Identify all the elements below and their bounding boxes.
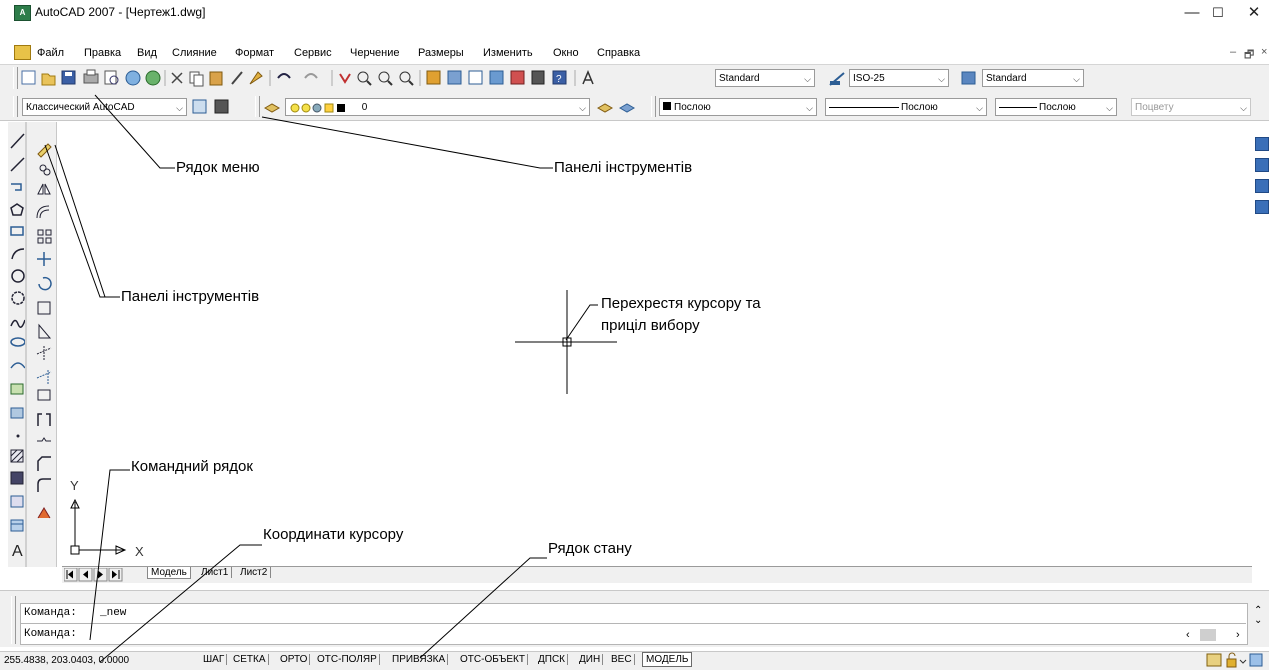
annotation-leader-lines xyxy=(44,94,598,663)
status-bar-leader xyxy=(419,557,547,659)
annotation-command-line: Командний рядок xyxy=(131,458,253,475)
annotation-crosshair-line1: Перехрестя курсору та xyxy=(601,295,761,312)
annotation-cursor-coords: Координати курсору xyxy=(263,526,404,543)
annotation-toolbars-top: Панелі інструментів xyxy=(554,159,693,176)
toolbars-top-leader xyxy=(261,116,553,169)
cursor-coords-leader xyxy=(99,544,262,663)
annotation-crosshair-line2: приціл вибору xyxy=(601,317,700,334)
annotation-toolbars-left: Панелі інструментів xyxy=(121,288,260,305)
annotation-status-bar: Рядок стану xyxy=(548,540,632,557)
crosshair-leader xyxy=(565,304,598,341)
command-line-leader xyxy=(89,469,130,641)
toolbars-left-leader-2 xyxy=(54,144,106,298)
menu-bar-leader xyxy=(94,94,175,169)
annotation-menu-bar: Рядок меню xyxy=(176,159,260,176)
toolbars-left-leader xyxy=(44,144,120,298)
